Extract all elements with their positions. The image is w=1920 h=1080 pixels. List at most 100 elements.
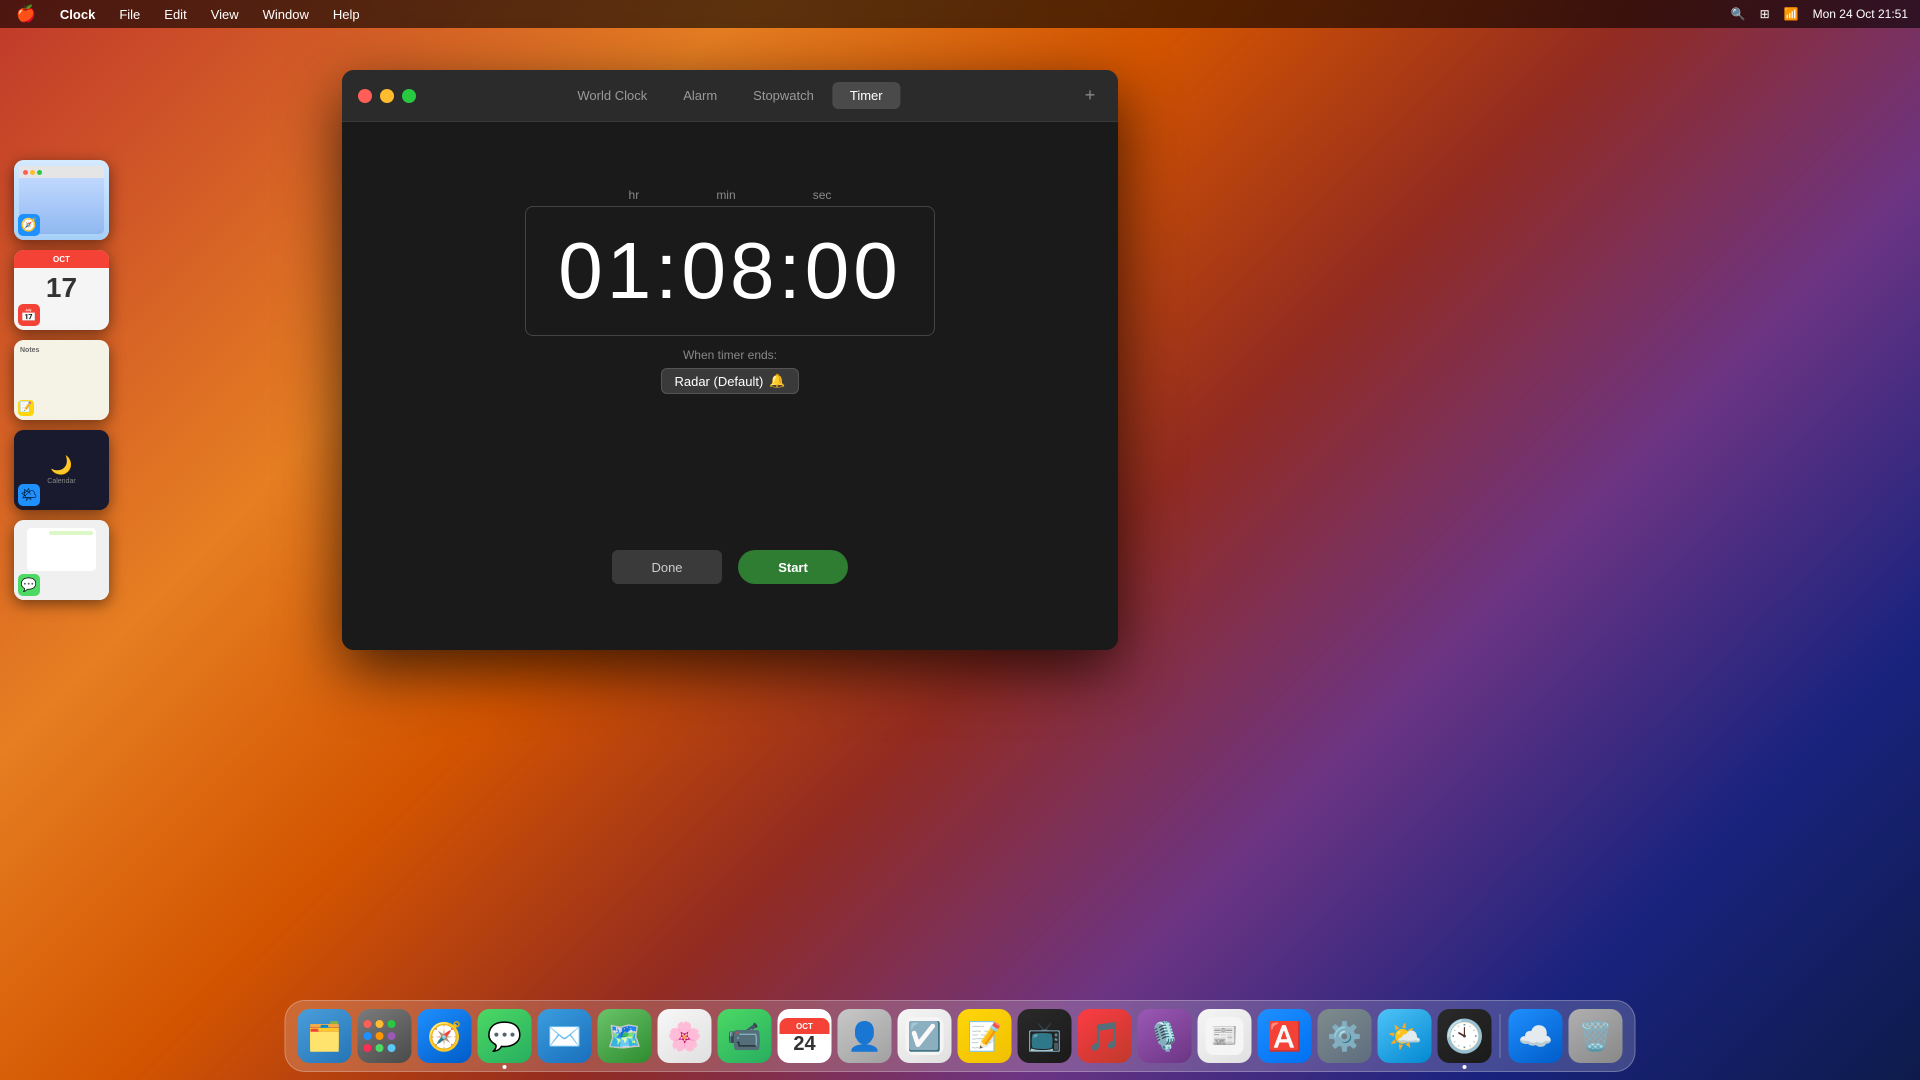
help-menu[interactable]: Help (329, 5, 364, 24)
window-menu[interactable]: Window (259, 5, 313, 24)
tab-stopwatch[interactable]: Stopwatch (735, 82, 832, 109)
dock-item-podcasts[interactable]: 🎙️ (1138, 1009, 1192, 1063)
facetime-dock-icon: 📹 (727, 1020, 762, 1053)
sound-emoji: 🔔 (769, 373, 785, 389)
dock-item-launchpad[interactable] (358, 1009, 412, 1063)
messages-thumbnail[interactable]: 💬 (14, 520, 109, 600)
dock-item-appstore[interactable]: 🅰️ (1258, 1009, 1312, 1063)
syspreferences-dock-icon: ⚙️ (1327, 1020, 1362, 1053)
timer-display-box[interactable]: 01:08:00 (525, 206, 934, 336)
music-dock-icon: 🎵 (1087, 1020, 1122, 1053)
minimize-button[interactable] (380, 89, 394, 103)
notes-thumbnail[interactable]: Notes 📝 (14, 340, 109, 420)
file-menu[interactable]: File (115, 5, 144, 24)
clock-window: World Clock Alarm Stopwatch Timer + hr m… (342, 70, 1118, 650)
timer-buttons: Done Start (612, 550, 848, 584)
podcasts-dock-icon: 🎙️ (1147, 1020, 1182, 1053)
add-button[interactable]: + (1078, 84, 1102, 108)
messages-dock-icon: 💬 (487, 1020, 522, 1053)
menubar-left: 🍎 Clock File Edit View Window Help (12, 2, 364, 26)
timer-labels: hr min sec (570, 188, 890, 202)
weather-dock-icon: 🌤️ (1387, 1020, 1422, 1053)
dock: 🗂️ 🧭 💬 (285, 1000, 1636, 1072)
dock-item-finder[interactable]: 🗂️ (298, 1009, 352, 1063)
sound-selector[interactable]: Radar (Default) 🔔 (661, 368, 798, 394)
dock-item-notes[interactable]: 📝 (958, 1009, 1012, 1063)
clock-dock-icon: 🕙 (1445, 1017, 1485, 1055)
timer-when-ends: When timer ends: Radar (Default) 🔔 (661, 348, 798, 394)
dock-item-airdrop[interactable]: ☁️ (1509, 1009, 1563, 1063)
tab-world-clock[interactable]: World Clock (559, 82, 665, 109)
safari-thumbnail[interactable]: 🧭 (14, 160, 109, 240)
dock-item-music[interactable]: 🎵 (1078, 1009, 1132, 1063)
airdrop-dock-icon: ☁️ (1518, 1020, 1553, 1053)
start-button[interactable]: Start (738, 550, 848, 584)
notes-dock-icon: 📝 (967, 1020, 1002, 1053)
app-switcher: 🧭 OCT 17 📅 Notes 📝 🌙 Calendar 🌤 (14, 160, 109, 600)
appletv-dock-icon: 📺 (1027, 1020, 1062, 1053)
sound-name: Radar (Default) (674, 374, 763, 389)
window-titlebar: World Clock Alarm Stopwatch Timer + (342, 70, 1118, 122)
dock-item-calendar[interactable]: OCT 24 (778, 1009, 832, 1063)
dark-thumbnail[interactable]: 🌙 Calendar 🌤 (14, 430, 109, 510)
appstore-dock-icon: 🅰️ (1267, 1020, 1302, 1053)
menubar: 🍎 Clock File Edit View Window Help 🔍 ⊞ 📶… (0, 0, 1920, 28)
maximize-button[interactable] (402, 89, 416, 103)
close-button[interactable] (358, 89, 372, 103)
news-dock-icon: 📰 (1206, 1017, 1244, 1055)
min-label: min (716, 188, 735, 202)
dock-item-contacts[interactable]: 👤 (838, 1009, 892, 1063)
app-name-menu[interactable]: Clock (56, 5, 99, 24)
calendar-date: 17 (14, 272, 109, 304)
photos-dock-icon: 🌸 (667, 1020, 702, 1053)
trash-dock-icon: 🗑️ (1578, 1020, 1613, 1053)
wifi-icon[interactable]: 📶 (1784, 7, 1799, 21)
control-center-icon[interactable]: ⊞ (1760, 7, 1770, 21)
dock-item-appletv[interactable]: 📺 (1018, 1009, 1072, 1063)
dock-item-mail[interactable]: ✉️ (538, 1009, 592, 1063)
window-tabs: World Clock Alarm Stopwatch Timer (559, 82, 900, 109)
hr-label: hr (629, 188, 640, 202)
tab-alarm[interactable]: Alarm (665, 82, 735, 109)
timer-section: hr min sec 01:08:00 When timer ends: Rad… (525, 188, 934, 394)
apple-menu[interactable]: 🍎 (12, 2, 40, 26)
dock-item-messages[interactable]: 💬 (478, 1009, 532, 1063)
safari-icon: 🧭 (18, 214, 40, 236)
dock-item-maps[interactable]: 🗺️ (598, 1009, 652, 1063)
dock-item-news[interactable]: 📰 (1198, 1009, 1252, 1063)
dock-item-safari[interactable]: 🧭 (418, 1009, 472, 1063)
traffic-lights (342, 89, 416, 103)
safari-dock-icon: 🧭 (427, 1020, 462, 1053)
maps-dock-icon: 🗺️ (607, 1020, 642, 1053)
timer-display: 01:08:00 (558, 225, 901, 317)
calendar-thumbnail[interactable]: OCT 17 📅 (14, 250, 109, 330)
dock-item-clock[interactable]: 🕙 (1438, 1009, 1492, 1063)
dock-item-trash[interactable]: 🗑️ (1569, 1009, 1623, 1063)
mail-dock-icon: ✉️ (547, 1020, 582, 1053)
contacts-dock-icon: 👤 (847, 1020, 882, 1053)
menubar-right: 🔍 ⊞ 📶 Mon 24 Oct 21:51 (1731, 7, 1908, 21)
dock-item-weather[interactable]: 🌤️ (1378, 1009, 1432, 1063)
done-button[interactable]: Done (612, 550, 722, 584)
desktop: 🍎 Clock File Edit View Window Help 🔍 ⊞ 📶… (0, 0, 1920, 1080)
reminders-dock-icon: ☑️ (906, 1017, 944, 1055)
dock-item-reminders[interactable]: ☑️ (898, 1009, 952, 1063)
launchpad-icon (358, 1014, 412, 1058)
view-menu[interactable]: View (207, 5, 243, 24)
window-content: hr min sec 01:08:00 When timer ends: Rad… (342, 122, 1118, 650)
finder-icon: 🗂️ (307, 1020, 342, 1053)
sec-label: sec (813, 188, 832, 202)
edit-menu[interactable]: Edit (160, 5, 190, 24)
when-ends-label: When timer ends: (683, 348, 777, 362)
calendar-month: OCT (14, 250, 109, 268)
datetime-display[interactable]: Mon 24 Oct 21:51 (1813, 7, 1908, 21)
dark-app-icon: 🌤 (18, 484, 40, 506)
calendar-icon: 📅 (18, 304, 40, 326)
dock-item-facetime[interactable]: 📹 (718, 1009, 772, 1063)
dock-separator (1500, 1014, 1501, 1058)
search-icon[interactable]: 🔍 (1731, 7, 1746, 21)
dock-item-syspreferences[interactable]: ⚙️ (1318, 1009, 1372, 1063)
messages-icon: 💬 (18, 574, 40, 596)
dock-item-photos[interactable]: 🌸 (658, 1009, 712, 1063)
tab-timer[interactable]: Timer (832, 82, 901, 109)
